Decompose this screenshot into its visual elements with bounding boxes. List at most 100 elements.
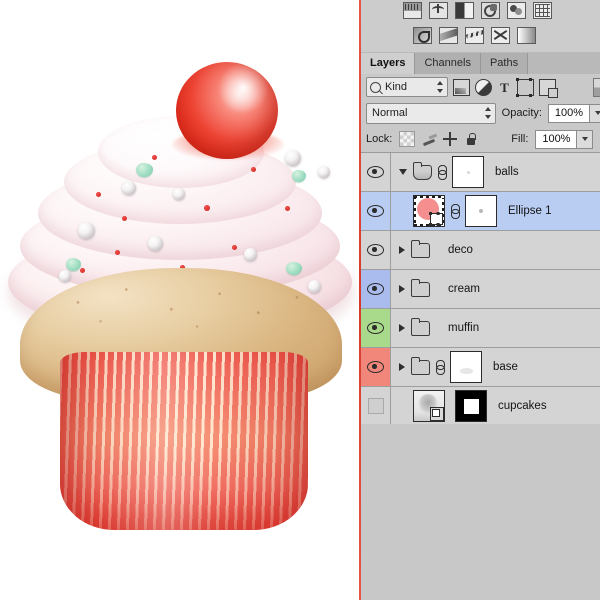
sugar-dot <box>80 268 85 273</box>
table-row[interactable]: muffin <box>361 309 600 348</box>
eye-icon[interactable] <box>367 205 384 217</box>
folder-icon <box>412 161 432 180</box>
sugar-dot <box>232 245 237 250</box>
tab-layers[interactable]: Layers <box>361 53 416 74</box>
pearl <box>59 270 71 282</box>
table-row[interactable]: cream <box>361 270 600 309</box>
link-icon[interactable] <box>450 203 460 219</box>
sugar-dot <box>285 206 290 211</box>
layer-visibility-cell[interactable] <box>361 348 391 386</box>
color-lookup-icon[interactable] <box>533 2 552 19</box>
folder-icon <box>410 317 430 336</box>
pearl <box>244 248 257 261</box>
filter-pixel-layers-icon[interactable] <box>453 78 470 96</box>
chevron-right-icon[interactable] <box>399 363 405 371</box>
cupcake-wrapper <box>60 352 308 530</box>
eye-icon[interactable] <box>367 283 384 295</box>
blend-mode-select[interactable]: Normal <box>366 102 496 124</box>
search-icon <box>370 81 381 93</box>
table-row[interactable]: Ellipse 1 <box>361 192 600 231</box>
filter-shape-layers-icon[interactable] <box>516 77 534 97</box>
lock-all-icon[interactable] <box>464 132 478 146</box>
layer-thumbnail[interactable] <box>452 156 484 188</box>
eye-icon[interactable] <box>367 322 384 334</box>
sugar-dot <box>96 192 101 197</box>
sugar-dot <box>122 216 127 221</box>
selective-color-icon[interactable] <box>491 27 510 44</box>
layer-thumbnail[interactable] <box>413 195 445 227</box>
eye-icon[interactable] <box>367 244 384 256</box>
fill-value[interactable]: 100% <box>535 129 578 149</box>
chevron-updown-icon <box>437 81 444 93</box>
tab-channels[interactable]: Channels <box>415 53 481 74</box>
chevron-down-icon[interactable] <box>399 169 407 175</box>
layer-list: balls Ellipse 1 deco cream muffin base c… <box>361 152 600 465</box>
chevron-updown-icon <box>484 106 492 119</box>
pearl <box>285 150 301 166</box>
cherry-ball <box>176 62 278 159</box>
layer-name[interactable]: muffin <box>448 322 479 334</box>
layer-visibility-cell[interactable] <box>361 309 391 347</box>
layer-name[interactable]: cupcakes <box>498 400 547 412</box>
lock-transparent-pixels-icon[interactable] <box>399 131 416 147</box>
filter-type-layers-icon[interactable]: T <box>497 80 512 95</box>
filter-adjustment-layers-icon[interactable] <box>475 78 492 96</box>
lock-position-icon[interactable] <box>443 132 458 146</box>
chevron-right-icon[interactable] <box>399 246 405 254</box>
vector-mask-thumbnail[interactable] <box>465 195 497 227</box>
posterize-icon[interactable] <box>439 27 458 44</box>
layer-visibility-cell[interactable] <box>361 231 391 269</box>
link-icon[interactable] <box>437 164 447 180</box>
sugar-dot <box>115 250 120 255</box>
layer-visibility-cell[interactable] <box>361 192 391 230</box>
folder-icon <box>410 239 430 258</box>
layers-panel: Layers Channels Paths Kind T Normal Opac… <box>359 0 600 600</box>
table-row[interactable]: deco <box>361 231 600 270</box>
layer-name[interactable]: deco <box>448 244 473 256</box>
lock-image-pixels-icon[interactable] <box>422 132 436 146</box>
layer-thumbnail[interactable] <box>413 390 445 422</box>
table-row[interactable]: cupcakes <box>361 387 600 426</box>
folder-icon <box>410 278 430 297</box>
opacity-label: Opacity: <box>501 107 542 119</box>
blend-mode-row: Normal Opacity: 100% <box>361 100 600 127</box>
levels-icon[interactable] <box>403 2 422 19</box>
opacity-value[interactable]: 100% <box>548 103 590 123</box>
filter-kind-value: Kind <box>385 81 408 93</box>
layer-name[interactable]: Ellipse 1 <box>508 205 551 217</box>
layer-name[interactable]: cream <box>448 283 480 295</box>
layer-name[interactable]: balls <box>495 166 519 178</box>
layer-mask-thumbnail[interactable] <box>455 390 487 422</box>
gradient-map-icon[interactable] <box>517 27 536 44</box>
filter-kind-select[interactable]: Kind <box>366 77 448 97</box>
adjustments-panel <box>361 0 600 53</box>
chevron-right-icon[interactable] <box>399 285 405 293</box>
filter-smart-objects-icon[interactable] <box>539 78 558 98</box>
fill-dropdown-arrow[interactable] <box>577 129 594 149</box>
filter-toggle-switch[interactable] <box>593 77 600 97</box>
chevron-right-icon[interactable] <box>399 324 405 332</box>
layer-visibility-cell[interactable] <box>361 153 391 191</box>
invert-icon[interactable] <box>413 27 432 44</box>
pearl <box>148 236 163 251</box>
layer-name[interactable]: base <box>493 361 518 373</box>
table-row[interactable]: balls <box>361 153 600 192</box>
layer-visibility-cell[interactable] <box>361 387 391 425</box>
photo-filter-icon[interactable] <box>481 2 500 19</box>
pearl <box>122 181 136 195</box>
threshold-icon[interactable] <box>465 27 484 44</box>
eye-icon-off[interactable] <box>367 398 384 414</box>
eye-icon[interactable] <box>367 166 384 178</box>
layer-thumbnail[interactable] <box>450 351 482 383</box>
curves-icon[interactable] <box>429 2 448 19</box>
link-icon[interactable] <box>435 359 445 375</box>
sugar-dot <box>251 167 256 172</box>
document-canvas[interactable] <box>0 0 360 600</box>
opacity-dropdown-arrow[interactable] <box>590 103 600 123</box>
eye-icon[interactable] <box>367 361 384 373</box>
table-row[interactable]: base <box>361 348 600 387</box>
black-white-icon[interactable] <box>455 2 474 19</box>
tab-paths[interactable]: Paths <box>480 53 529 74</box>
channel-mixer-icon[interactable] <box>507 2 526 19</box>
layer-visibility-cell[interactable] <box>361 270 391 308</box>
